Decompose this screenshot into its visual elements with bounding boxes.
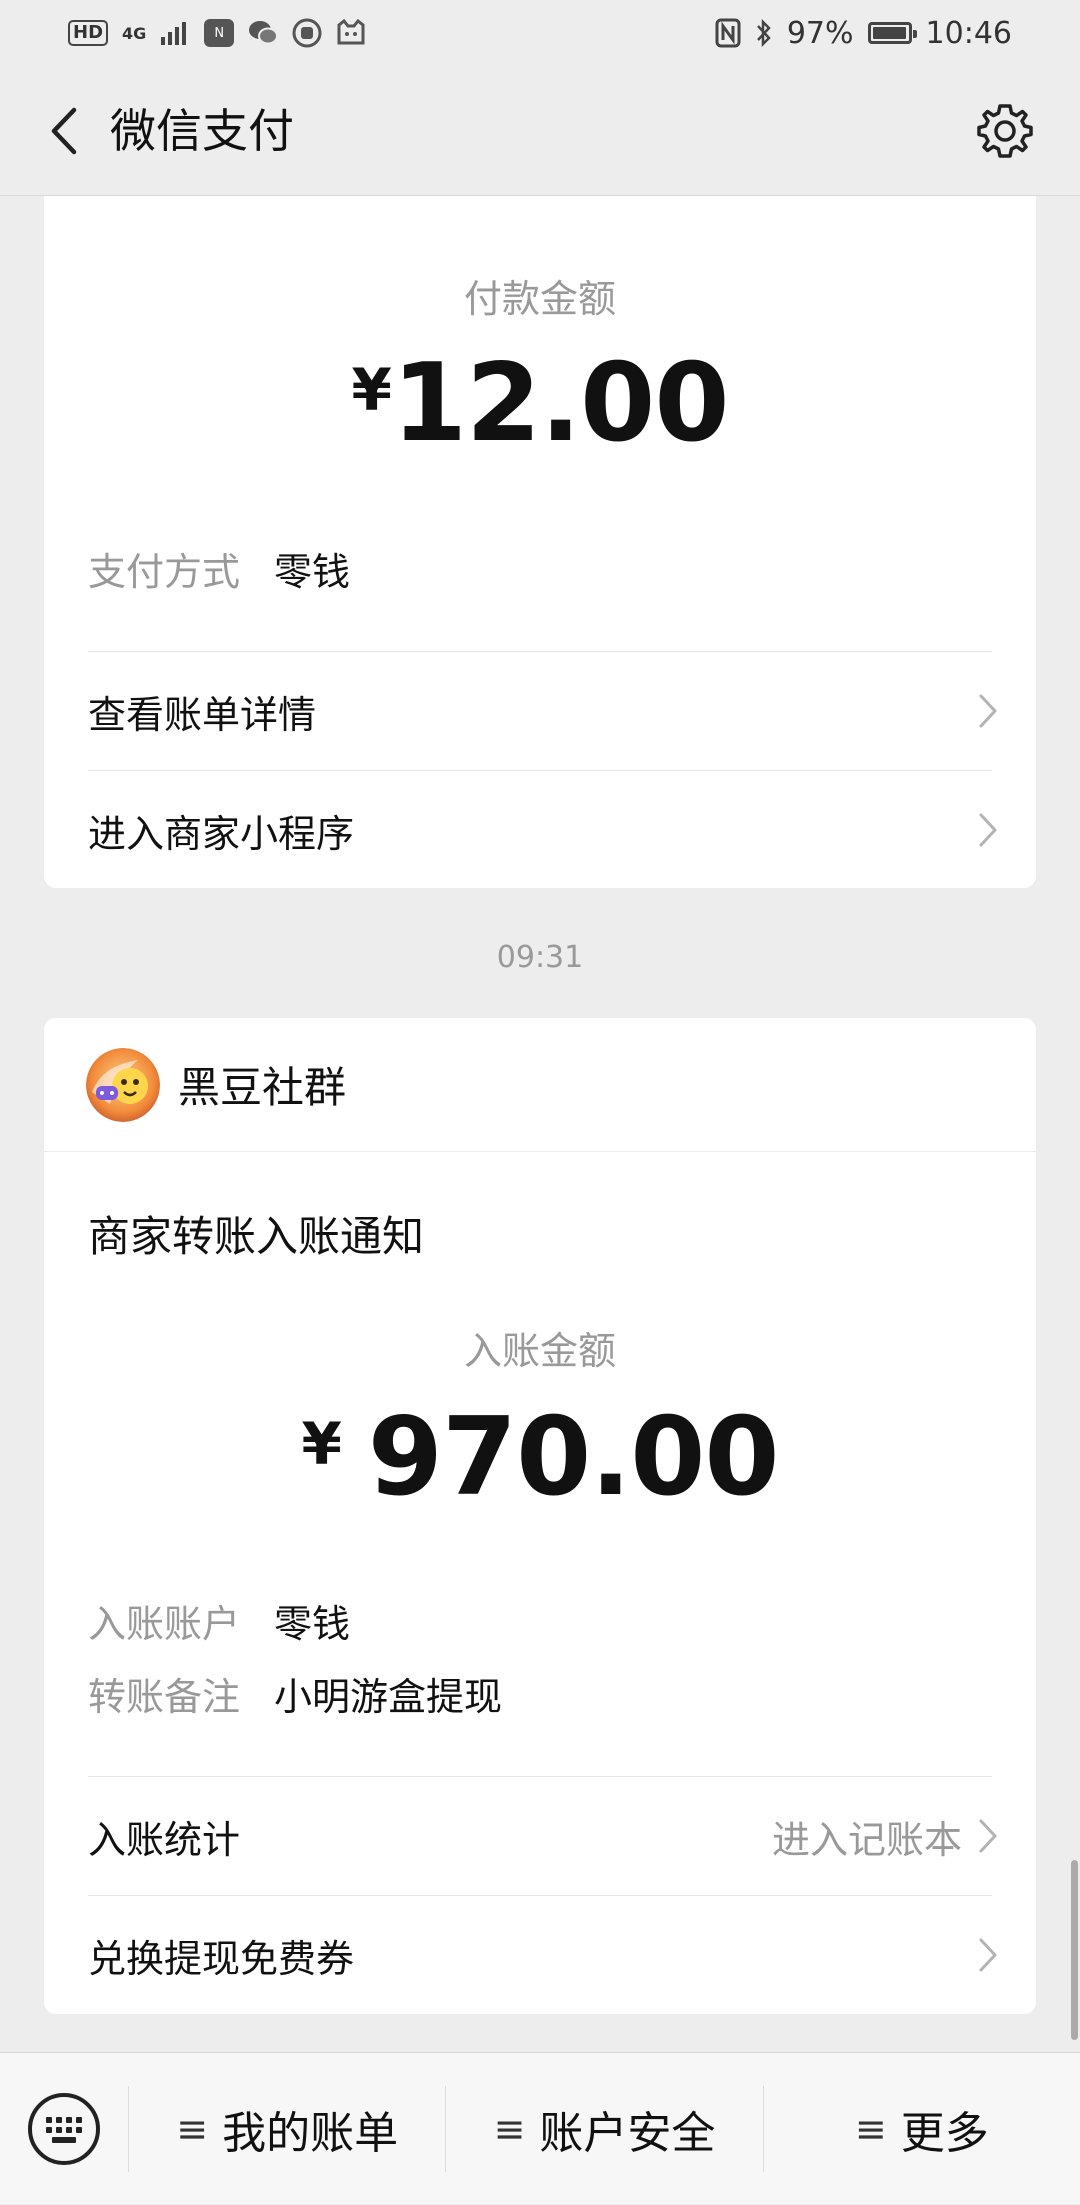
battery-percent: 97%	[786, 15, 854, 51]
credit-account-key: 入账账户	[88, 1602, 241, 1646]
fist-app-icon	[292, 18, 322, 48]
status-bar: HD 4G N 97% 10:46	[0, 0, 1080, 66]
network-4g-icon: 4G	[122, 23, 147, 43]
wechat-icon	[248, 20, 279, 46]
title-bar: 微信支付	[0, 66, 1080, 196]
battery-level	[872, 27, 906, 39]
payment-card: 付款金额 ¥12.00 支付方式 零钱 查看账单详情 进入商家小程序	[44, 196, 1036, 888]
redeem-coupon-link[interactable]: 兑换提现免费券	[88, 1896, 998, 2014]
transfer-card: 黑豆社群 商家转账入账通知 入账金额 ¥970.00 入账账户 零钱 转账备注 …	[44, 1018, 1036, 2014]
credit-account-value: 零钱	[274, 1602, 351, 1646]
nfc-icon	[715, 18, 741, 48]
merchant-name: 黑豆社群	[178, 1063, 347, 1112]
enter-mini-program-link[interactable]: 进入商家小程序	[88, 771, 998, 889]
enter-mini-program-label: 进入商家小程序	[88, 811, 355, 856]
credit-stats-link[interactable]: 入账统计 进入记账本	[88, 1777, 998, 1895]
chevron-left-icon	[51, 107, 77, 155]
currency-symbol: ¥	[351, 356, 392, 424]
menu-account-security-label: 账户安全	[539, 2107, 716, 2159]
transfer-note-row: 转账备注 小明游盒提现	[88, 1667, 992, 1727]
ledger-hint: 进入记账本	[771, 1817, 962, 1862]
payment-method-value: 零钱	[274, 550, 351, 594]
scrollbar-thumb[interactable]	[1071, 1860, 1078, 2040]
signal-icon	[160, 21, 190, 45]
menu-my-bills-label: 我的账单	[222, 2107, 399, 2159]
gear-icon	[977, 104, 1033, 158]
credit-amount-label: 入账金额	[463, 1329, 616, 1373]
transfer-note-key: 转账备注	[88, 1675, 241, 1719]
transfer-note-value: 小明游盒提现	[274, 1675, 503, 1719]
redeem-coupon-label: 兑换提现免费券	[88, 1936, 355, 1981]
menu-more-label: 更多	[900, 2107, 989, 2159]
currency-symbol: ¥	[301, 1410, 342, 1478]
payment-method-row: 支付方式 零钱	[88, 542, 992, 602]
credit-stats-label: 入账统计	[88, 1817, 241, 1862]
menu-more[interactable]: ≡ 更多	[764, 2053, 1080, 2205]
page-title: 微信支付	[110, 104, 294, 158]
menu-lines-icon: ≡	[176, 2106, 209, 2151]
merchant-header[interactable]: 黑豆社群	[44, 1018, 1036, 1152]
credit-amount: ¥970.00	[44, 1400, 1036, 1516]
payment-amount-value: 12.00	[391, 341, 730, 466]
chevron-right-icon	[979, 694, 997, 728]
hd-icon: HD	[68, 20, 109, 46]
cat-app-icon	[336, 19, 366, 47]
menu-lines-icon: ≡	[493, 2106, 526, 2151]
menu-account-security[interactable]: ≡ 账户安全	[446, 2053, 762, 2205]
clock: 10:46	[925, 15, 1012, 51]
notice-title: 商家转账入账通知	[88, 1212, 425, 1261]
nfc-app-icon: N	[204, 19, 235, 47]
chevron-right-icon	[979, 1819, 997, 1853]
status-left: HD 4G N	[68, 18, 366, 48]
bottom-menu-bar: ≡ 我的账单 ≡ 账户安全 ≡ 更多	[0, 2052, 1080, 2204]
status-right: 97% 10:46	[715, 16, 1012, 51]
keyboard-icon	[28, 2092, 100, 2165]
credit-account-row: 入账账户 零钱	[88, 1594, 992, 1654]
message-timestamp: 09:31	[496, 940, 584, 975]
keyboard-toggle-button[interactable]	[0, 2053, 128, 2205]
chevron-right-icon	[979, 813, 997, 847]
back-button[interactable]	[28, 96, 98, 166]
battery-icon	[867, 22, 917, 44]
payment-method-key: 支付方式	[88, 550, 241, 594]
view-bill-details-label: 查看账单详情	[88, 692, 317, 737]
chevron-right-icon	[979, 1938, 997, 1972]
menu-lines-icon: ≡	[854, 2106, 887, 2151]
settings-button[interactable]	[970, 96, 1040, 166]
payment-amount-label: 付款金额	[463, 277, 616, 321]
bluetooth-icon	[755, 18, 773, 48]
menu-my-bills[interactable]: ≡ 我的账单	[129, 2053, 445, 2205]
credit-amount-value: 970.00	[367, 1395, 780, 1520]
view-bill-details-link[interactable]: 查看账单详情	[88, 652, 998, 770]
merchant-avatar	[86, 1047, 160, 1122]
payment-amount: ¥12.00	[44, 346, 1036, 462]
